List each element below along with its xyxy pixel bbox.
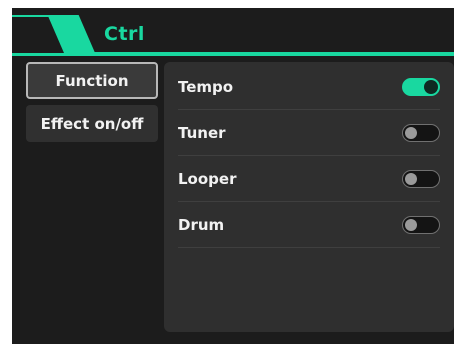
toggle-knob	[425, 80, 437, 93]
sidebar-item-function[interactable]: Function	[26, 62, 158, 99]
device-screen: Ctrl Function Effect on/off Tempo Tuner …	[12, 8, 454, 344]
row-label: Tempo	[178, 77, 234, 96]
tab-shape	[12, 15, 454, 54]
sidebar: Function Effect on/off	[26, 62, 162, 148]
list-item-tempo: Tempo	[178, 64, 440, 110]
toggle-knob	[405, 218, 417, 231]
toggle-knob	[405, 126, 417, 139]
drum-toggle[interactable]	[402, 215, 440, 234]
sidebar-item-effect-on-off[interactable]: Effect on/off	[26, 105, 158, 142]
list-item-tuner: Tuner	[178, 110, 440, 156]
sidebar-item-label: Effect on/off	[40, 114, 144, 133]
tab-ctrl[interactable]: Ctrl	[104, 23, 145, 45]
list-item-drum: Drum	[178, 202, 440, 248]
header-divider	[12, 53, 454, 56]
row-label: Tuner	[178, 123, 226, 142]
row-label: Looper	[178, 169, 237, 188]
row-label: Drum	[178, 215, 225, 234]
toggle-knob	[405, 172, 417, 185]
sidebar-item-label: Function	[55, 71, 129, 90]
list-item-looper: Looper	[178, 156, 440, 202]
tempo-toggle[interactable]	[402, 77, 440, 96]
tuner-toggle[interactable]	[402, 123, 440, 142]
looper-toggle[interactable]	[402, 169, 440, 188]
header-bar: Ctrl	[12, 8, 454, 56]
function-panel: Tempo Tuner Looper Drum	[164, 62, 454, 332]
